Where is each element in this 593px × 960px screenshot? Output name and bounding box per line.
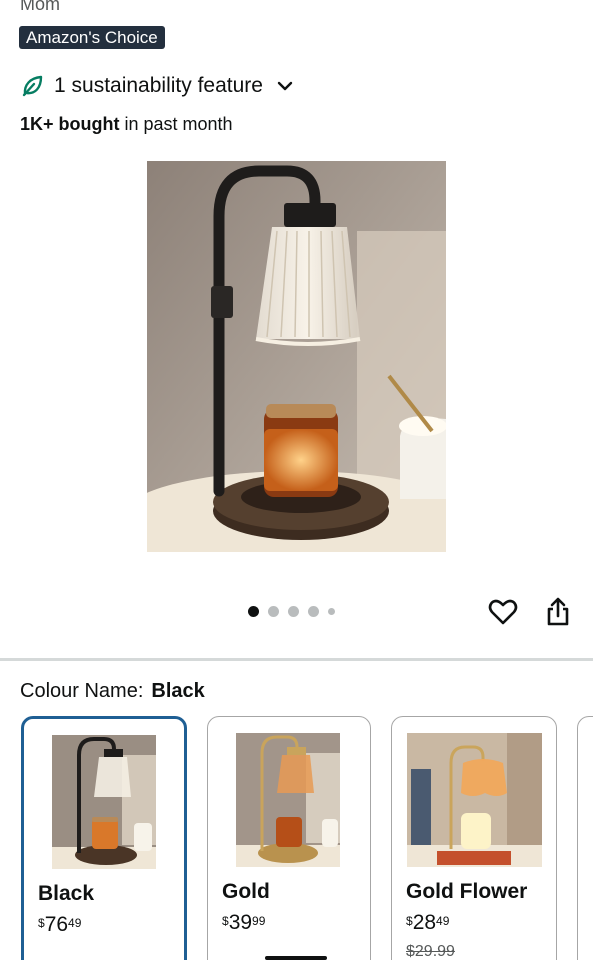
- variant-name: Gold Flower: [406, 880, 528, 903]
- share-icon[interactable]: [544, 596, 572, 628]
- brand-line[interactable]: Mom: [20, 0, 60, 15]
- heart-icon[interactable]: [487, 596, 519, 628]
- price-cents: 99: [252, 914, 266, 928]
- variant-card-gold-flower[interactable]: Gold Flower $28 49 $29.99: [391, 716, 557, 960]
- variant-price: $76 49: [38, 913, 81, 937]
- price-whole: 28: [412, 911, 437, 934]
- variant-name: Black: [38, 882, 95, 905]
- bought-bold: 1K+ bought: [20, 114, 120, 134]
- variant-card-gold[interactable]: Gold $39 99: [207, 716, 371, 960]
- product-image[interactable]: [147, 161, 446, 552]
- bought-rest: in past month: [119, 114, 233, 134]
- pagination-dot[interactable]: [288, 606, 299, 617]
- pagination-dot[interactable]: [248, 606, 259, 617]
- variant-thumb-gold: [236, 733, 340, 867]
- leaf-icon: [22, 75, 43, 97]
- price-currency: $: [38, 916, 45, 930]
- variant-thumb-gold-flower: [407, 733, 542, 867]
- price-whole: 76: [44, 913, 69, 936]
- variant-price: $28 49: [406, 911, 449, 935]
- variant-thumb-black: [52, 735, 156, 869]
- price-cents: 49: [68, 916, 82, 930]
- pagination-dot[interactable]: [308, 606, 319, 617]
- variant-card-next[interactable]: [577, 716, 593, 960]
- pagination-dot[interactable]: [268, 606, 279, 617]
- chevron-down-icon: [277, 81, 293, 91]
- price-cents: 49: [436, 914, 450, 928]
- price-currency: $: [406, 914, 413, 928]
- colour-label: Colour Name:: [20, 680, 144, 702]
- price-whole: 39: [228, 911, 253, 934]
- sustainability-label: 1 sustainability feature: [54, 74, 263, 97]
- variant-card-black[interactable]: Black $76 49: [21, 716, 187, 960]
- colour-name-row: Colour Name: Black: [20, 680, 205, 703]
- bought-count: 1K+ bought in past month: [20, 114, 233, 135]
- colour-selected: Black: [151, 680, 205, 702]
- variant-was-price: $29.99: [406, 943, 455, 960]
- variant-price: $39 99: [222, 911, 265, 935]
- variant-name: Gold: [222, 880, 270, 903]
- section-divider: [0, 658, 593, 661]
- sustainability-toggle[interactable]: 1 sustainability feature: [20, 74, 295, 98]
- home-indicator: [265, 956, 327, 960]
- amazons-choice-badge: Amazon's Choice: [19, 26, 165, 49]
- pagination-dot[interactable]: [328, 608, 335, 615]
- price-currency: $: [222, 914, 229, 928]
- image-pagination[interactable]: [248, 606, 335, 617]
